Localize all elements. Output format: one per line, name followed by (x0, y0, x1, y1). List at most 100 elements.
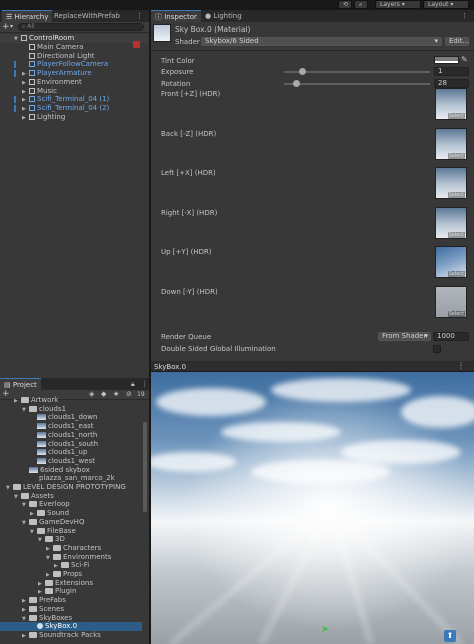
project-item-label: clouds1_up (48, 448, 88, 457)
project-item[interactable]: ▼ Environments (0, 553, 142, 562)
project-item[interactable]: ▶ Plugin (0, 587, 142, 596)
select-texture-button[interactable]: Select (447, 310, 465, 317)
exposure-slider-thumb[interactable] (298, 68, 306, 75)
hierarchy-item[interactable]: ▶ Scifi_Terminal_04 (2) (0, 104, 149, 113)
project-item[interactable]: ▼ FileBase (0, 527, 142, 536)
project-item[interactable]: clouds1_south (0, 440, 142, 449)
dropdown-arrow-icon: ▾ (424, 332, 428, 340)
face-texture-slot[interactable]: Select (435, 127, 467, 160)
tab-inspector-menu-icon[interactable]: ⋮ (457, 10, 472, 22)
select-texture-button[interactable]: Select (447, 271, 465, 277)
hierarchy-search-input[interactable]: ⌕ All (18, 23, 144, 31)
select-texture-button[interactable]: Select (447, 231, 465, 238)
project-item[interactable]: ▶ Sci-Fi (0, 561, 142, 570)
folder-icon (29, 631, 37, 638)
project-scrollbar[interactable] (143, 422, 147, 512)
project-item[interactable]: ▶ Artwork (0, 396, 142, 405)
project-item[interactable]: ▼ GameDevHQ (0, 518, 142, 527)
eyedropper-icon[interactable]: ✎ (461, 55, 468, 64)
folder-icon (21, 397, 29, 403)
hierarchy-root-row[interactable]: ▼ ControlRoom (0, 34, 149, 43)
face-label: Right [-X] (HDR) (161, 208, 218, 217)
rotation-slider-thumb[interactable] (292, 80, 300, 87)
tab-lighting[interactable]: ● Lighting (201, 10, 246, 22)
material-name: Sky Box.0 (Material) (175, 25, 251, 34)
exposure-slider-track[interactable] (284, 71, 430, 73)
expand-arrow-icon[interactable]: ▶ (22, 114, 29, 123)
hierarchy-item[interactable]: ▶ Environment (0, 78, 149, 87)
exposure-input[interactable]: 1 (434, 67, 469, 76)
project-item[interactable]: plazza_san_marco_2k (0, 474, 142, 483)
render-queue-mode: From Shader (382, 332, 427, 340)
project-item[interactable]: ▶ PreFabs (0, 596, 142, 605)
tint-color-swatch[interactable] (434, 56, 459, 64)
project-item[interactable]: ▼ Assets (0, 492, 142, 501)
select-texture-button[interactable]: Select (447, 192, 465, 198)
face-texture-slot[interactable]: Select (435, 285, 467, 318)
project-item-label: SkyBox.0 (45, 622, 78, 631)
hierarchy-item[interactable]: Main Camera (0, 43, 149, 52)
hierarchy-item[interactable]: ▶ Lighting (0, 113, 149, 122)
double-sided-gi-checkbox[interactable] (433, 345, 441, 353)
edit-shader-button[interactable]: Edit... (445, 37, 469, 46)
tab-inspector[interactable]: ⓘ Inspector (151, 10, 201, 22)
add-object-button[interactable]: + (2, 22, 10, 32)
project-item-label: clouds1_down (48, 413, 98, 422)
render-queue-input[interactable]: 1000 (433, 332, 469, 341)
hierarchy-item-label: Main Camera (37, 43, 84, 51)
layers-dropdown[interactable]: Layers ▾ (375, 0, 421, 9)
rotation-slider-track[interactable] (284, 83, 430, 85)
skybox-preview-image[interactable] (151, 372, 474, 644)
project-item[interactable]: clouds1_east (0, 422, 142, 431)
shader-dropdown[interactable]: Skybox/6 Sided ▾ (201, 37, 442, 46)
project-item-label: clouds1 (39, 404, 67, 413)
rotation-input[interactable]: 28 (434, 79, 469, 88)
project-item[interactable]: ▶ Characters (0, 544, 142, 553)
hierarchy-item[interactable]: Directional Light (0, 52, 149, 61)
project-item[interactable]: ▶ Scenes (0, 605, 142, 614)
project-item[interactable]: ▶ Sound (0, 509, 142, 518)
hierarchy-item[interactable]: PlayerFollowCamera (0, 60, 149, 69)
scene-icon (21, 35, 27, 41)
tab-menu-icon[interactable]: ⋮ (132, 10, 147, 22)
history-icon[interactable]: ⟲ (338, 0, 352, 9)
project-item[interactable]: clouds1_up (0, 448, 142, 457)
hierarchy-item[interactable]: ▶ PlayerArmature (0, 69, 149, 78)
project-item[interactable]: ▶ Soundtrack Packs (0, 631, 142, 640)
project-item-label: clouds1_east (48, 422, 94, 431)
hierarchy-item[interactable]: ▶ Music (0, 87, 149, 96)
select-texture-button[interactable]: Select (447, 152, 465, 159)
project-item[interactable]: clouds1_north (0, 431, 142, 440)
project-item[interactable]: ▼ Everloop (0, 500, 142, 509)
layout-dropdown[interactable]: Layout ▾ (423, 0, 469, 9)
render-queue-dropdown[interactable]: From Shader ▾ (378, 332, 431, 341)
face-texture-slot[interactable]: Select (435, 88, 467, 120)
face-texture-slot[interactable]: Select (435, 206, 467, 239)
project-item[interactable]: ▼ clouds1 (0, 405, 142, 414)
project-item[interactable]: clouds1_west (0, 457, 142, 466)
texture-icon (37, 440, 46, 447)
hierarchy-item[interactable]: ▶ Scifi_Terminal_04 (1) (0, 95, 149, 104)
project-item-selected[interactable]: SkyBox.0 (0, 622, 142, 632)
project-item[interactable]: clouds1_down (0, 413, 142, 422)
tab-replace-with-prefab[interactable]: ReplaceWithPrefab (50, 10, 124, 22)
project-item[interactable]: ▼ SkyBoxes (0, 614, 142, 623)
add-dropdown-icon[interactable]: ▾ (10, 22, 13, 32)
project-item[interactable]: ▼ LEVEL DESIGN PROTOTYPING (0, 483, 142, 492)
select-texture-button[interactable]: Select (447, 113, 465, 119)
face-texture-slot[interactable]: Select (435, 246, 467, 278)
preview-menu-icon[interactable]: ⋮ (457, 361, 465, 370)
project-item[interactable]: ▶ Extensions (0, 579, 142, 588)
preview-header: SkyBox.0 ⋮ (151, 361, 474, 372)
project-item[interactable]: ▼ 3D (0, 535, 142, 544)
search-icon[interactable]: ⌕ (354, 0, 368, 9)
asset-bundle-icon[interactable]: ⬆ (444, 630, 456, 642)
face-texture-slot[interactable]: Select (435, 167, 467, 199)
project-menu-icon[interactable]: ⋮ (137, 378, 149, 390)
project-item[interactable]: 6sided skybox (0, 466, 142, 475)
collapsed-arrow-icon[interactable]: ▶ (22, 632, 29, 641)
project-item[interactable]: ▶ Props (0, 570, 142, 579)
texture-icon (37, 431, 46, 438)
tab-hierarchy[interactable]: ☰ Hierarchy (2, 10, 53, 22)
project-item-label: FileBase (47, 526, 76, 535)
